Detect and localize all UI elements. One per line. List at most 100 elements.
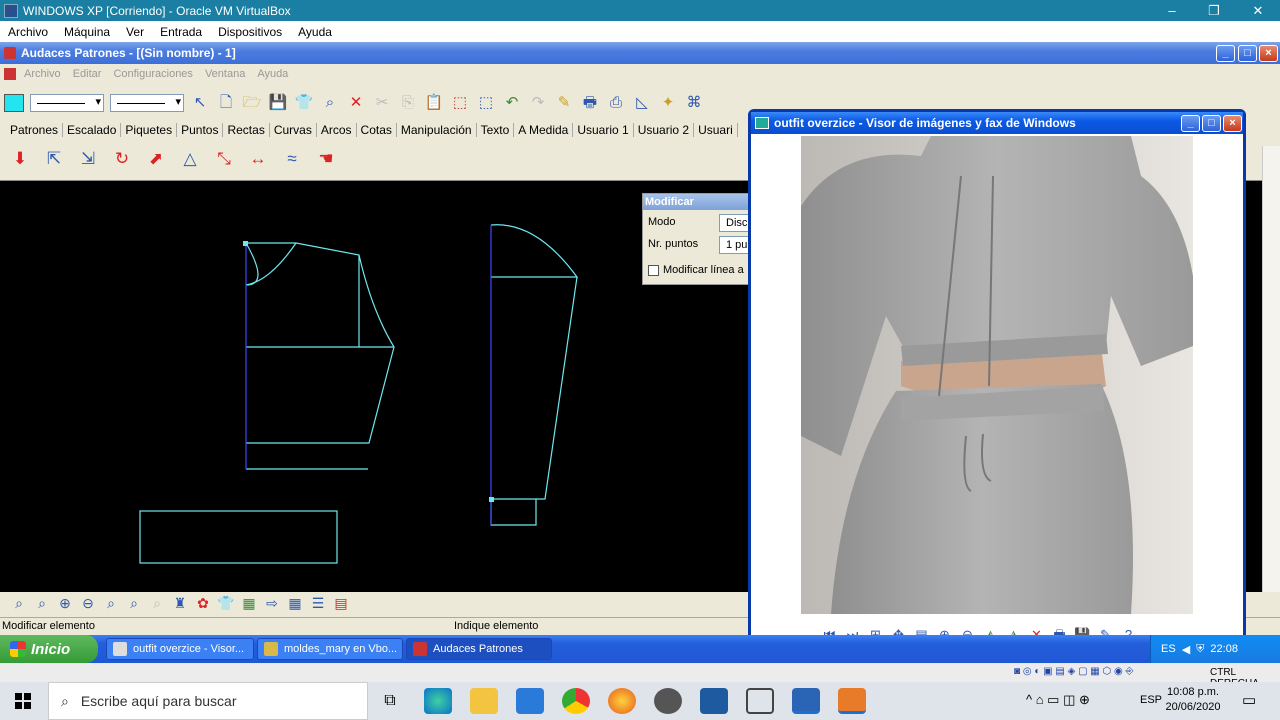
grading-icon[interactable]: ▦ bbox=[240, 593, 258, 613]
edit-icon[interactable]: ✎ bbox=[554, 93, 574, 113]
app-icon[interactable] bbox=[654, 688, 682, 714]
vbox-devices-icons[interactable]: ◙ ◎ ◐ ▣ ▤ ◈ ▢ ▦ ⬡ ◉ ⎆ bbox=[1014, 666, 1134, 677]
new-file-icon[interactable]: 🗋 bbox=[216, 93, 236, 113]
tab-piquetes[interactable]: Piquetes bbox=[121, 123, 178, 137]
zoom-out-icon[interactable]: ⊖ bbox=[79, 593, 97, 613]
wave-icon[interactable]: ≈ bbox=[280, 149, 304, 169]
audaces-menu-configuraciones[interactable]: Configuraciones bbox=[113, 68, 193, 80]
arrow-down-icon[interactable]: ⬇ bbox=[8, 149, 32, 169]
audaces-menu-editar[interactable]: Editar bbox=[73, 68, 102, 80]
redo-icon[interactable]: ↷ bbox=[528, 93, 548, 113]
binoculars-icon[interactable]: ⌕ bbox=[320, 93, 340, 113]
color-tool-icon[interactable]: ✿ bbox=[194, 593, 212, 613]
zoom-prev-icon[interactable]: ⌕ bbox=[125, 593, 143, 613]
undo-icon[interactable]: ↶ bbox=[502, 93, 522, 113]
rotate-icon[interactable]: ↻ bbox=[110, 149, 134, 169]
file-explorer-icon[interactable] bbox=[470, 688, 498, 714]
task-view-icon[interactable]: ⧉ bbox=[376, 688, 404, 714]
tray-icons[interactable]: ^ ⌂ ▭ ◫ ⊕ bbox=[1026, 692, 1090, 708]
tab-texto[interactable]: Texto bbox=[477, 123, 515, 137]
print-icon[interactable]: 🖶 bbox=[580, 93, 600, 113]
maximize-button[interactable]: ❐ bbox=[1192, 0, 1236, 21]
zoom-icon[interactable]: ⌕ bbox=[10, 593, 28, 613]
tab-arcos[interactable]: Arcos bbox=[317, 123, 357, 137]
audaces-close-button[interactable]: × bbox=[1259, 45, 1278, 62]
tab-a-medida[interactable]: A Medida bbox=[514, 123, 574, 137]
shirt-icon[interactable]: 👕 bbox=[294, 93, 314, 113]
mirror-icon[interactable]: ⇲ bbox=[76, 149, 100, 169]
tab-cotas[interactable]: Cotas bbox=[357, 123, 397, 137]
tab-curvas[interactable]: Curvas bbox=[270, 123, 317, 137]
recorder-icon[interactable] bbox=[838, 688, 866, 714]
tab-patrones[interactable]: Patrones bbox=[6, 123, 64, 137]
tab-manipulacion[interactable]: Manipulación bbox=[396, 123, 477, 137]
pointer-icon[interactable]: ↖ bbox=[190, 93, 210, 113]
menu-maquina[interactable]: Máquina bbox=[56, 25, 118, 39]
zoom-window-icon[interactable]: ⌕ bbox=[33, 593, 51, 613]
minimize-button[interactable]: – bbox=[1150, 0, 1194, 21]
taskbar-clock[interactable]: 10:08 p.m. 20/06/2020 bbox=[1162, 685, 1224, 715]
tab-puntos[interactable]: Puntos bbox=[177, 123, 224, 137]
copy-icon[interactable]: ⎘ bbox=[398, 93, 418, 113]
shirt-tool-icon[interactable]: 👕 bbox=[217, 593, 235, 613]
taskbar-search-box[interactable]: ⌕ Escribe aquí para buscar bbox=[48, 682, 368, 720]
notes-icon[interactable]: ☰ bbox=[309, 593, 327, 613]
tab-escalado[interactable]: Escalado bbox=[63, 123, 122, 137]
plot-icon[interactable]: ⎙ bbox=[606, 93, 626, 113]
zoom-fit-icon[interactable]: ⌕ bbox=[148, 593, 166, 613]
menu-archivo[interactable]: Archivo bbox=[0, 25, 56, 39]
audaces-menu-archivo[interactable]: Archivo bbox=[24, 68, 61, 80]
menu-ver[interactable]: Ver bbox=[118, 25, 152, 39]
virtualbox-task-icon[interactable] bbox=[792, 688, 820, 714]
input-lang[interactable]: ESP bbox=[1140, 694, 1162, 706]
stretch-icon[interactable]: ↔ bbox=[246, 149, 270, 169]
viewer-close-button[interactable]: × bbox=[1223, 115, 1242, 132]
menu-dispositivos[interactable]: Dispositivos bbox=[210, 25, 290, 39]
modificar-linea-checkbox[interactable] bbox=[648, 264, 659, 276]
hand-icon[interactable]: ☚ bbox=[314, 149, 338, 169]
audaces-menu-ayuda[interactable]: Ayuda bbox=[257, 68, 288, 80]
tab-usuario-3[interactable]: Usuari bbox=[694, 123, 738, 137]
windows-start-icon[interactable] bbox=[0, 682, 46, 720]
tab-usuario-2[interactable]: Usuario 2 bbox=[634, 123, 695, 137]
tab-usuario-1[interactable]: Usuario 1 bbox=[573, 123, 634, 137]
chrome-icon[interactable] bbox=[562, 688, 590, 714]
edge-icon[interactable] bbox=[424, 688, 452, 714]
zoom-all-icon[interactable]: ⌕ bbox=[102, 593, 120, 613]
paste-icon[interactable]: 📋 bbox=[424, 93, 444, 113]
tab-rectas[interactable]: Rectas bbox=[223, 123, 270, 137]
delete-icon[interactable]: ✕ bbox=[346, 93, 366, 113]
help-icon[interactable]: ⌘ bbox=[684, 93, 704, 113]
move-icon[interactable]: ⬈ bbox=[144, 149, 168, 169]
color-swatch[interactable] bbox=[4, 94, 24, 112]
menu-entrada[interactable]: Entrada bbox=[152, 25, 210, 39]
zoom-in-icon[interactable]: ⊕ bbox=[56, 593, 74, 613]
symmetry-icon[interactable]: △ bbox=[178, 149, 202, 169]
select-all-icon[interactable]: ⬚ bbox=[476, 93, 496, 113]
close-button[interactable]: ✕ bbox=[1236, 0, 1280, 21]
photo-app-icon[interactable] bbox=[700, 688, 728, 714]
audaces-minimize-button[interactable]: _ bbox=[1216, 45, 1235, 62]
audaces-maximize-button[interactable]: □ bbox=[1238, 45, 1257, 62]
audaces-menu-ventana[interactable]: Ventana bbox=[205, 68, 245, 80]
viewer-maximize-button[interactable]: □ bbox=[1202, 115, 1221, 132]
viewer-minimize-button[interactable]: _ bbox=[1181, 115, 1200, 132]
shield-icon[interactable]: ⛨ bbox=[1196, 643, 1204, 656]
vertical-scrollbar[interactable] bbox=[1262, 146, 1280, 592]
store-icon[interactable] bbox=[516, 688, 544, 714]
layers-icon[interactable]: ▤ bbox=[332, 593, 350, 613]
task-audaces[interactable]: Audaces Patrones bbox=[406, 638, 552, 660]
tray-arrow-icon[interactable]: ◀ bbox=[1182, 643, 1190, 656]
start-button[interactable]: Inicio bbox=[0, 635, 98, 663]
grid-icon[interactable]: ▦ bbox=[286, 593, 304, 613]
line-style-select[interactable] bbox=[30, 94, 104, 112]
arrow-tool-icon[interactable]: ⇨ bbox=[263, 593, 281, 613]
menu-ayuda[interactable]: Ayuda bbox=[290, 25, 340, 39]
wand-icon[interactable]: ✦ bbox=[658, 93, 678, 113]
piece-tool-icon[interactable]: ♜ bbox=[171, 593, 189, 613]
modify-icon[interactable]: ⤡ bbox=[212, 149, 236, 169]
firefox-icon[interactable] bbox=[608, 688, 636, 714]
save-icon[interactable]: 💾 bbox=[268, 93, 288, 113]
task-moldes[interactable]: moldes_mary en Vbo... bbox=[257, 638, 403, 660]
open-folder-icon[interactable]: 🗁 bbox=[242, 93, 262, 113]
